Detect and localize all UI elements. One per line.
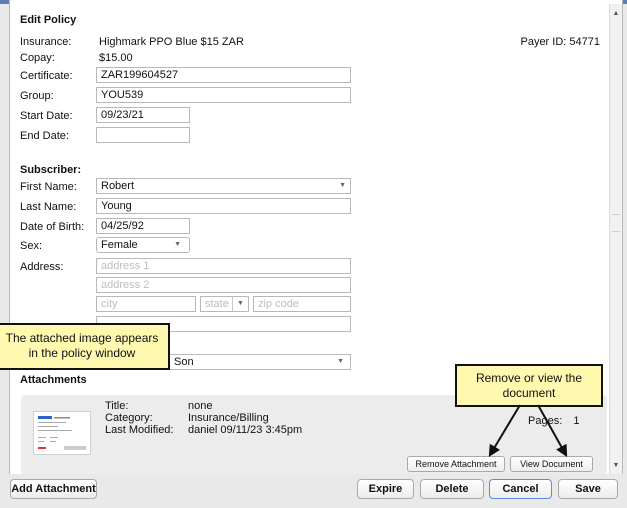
first-name-select[interactable]: Robert ▼ (96, 178, 351, 194)
expire-button[interactable]: Expire (357, 479, 414, 499)
add-attachment-button[interactable]: Add Attachment (10, 479, 97, 499)
modified-label: Last Modified: (105, 424, 174, 436)
payer-id: Payer ID: 54771 (520, 36, 600, 48)
city-field[interactable]: city (96, 296, 196, 312)
relationship-value: Son (174, 356, 194, 368)
last-name-label: Last Name: (20, 201, 77, 213)
address1-field[interactable]: address 1 (96, 258, 351, 274)
save-button[interactable]: Save (558, 479, 618, 499)
first-name-label: First Name: (20, 181, 77, 193)
right-callout: Remove or view the document (455, 364, 603, 407)
modified-value: daniel 09/11/23 3:45pm (188, 424, 303, 436)
first-name-value: Robert (101, 180, 135, 192)
dob-field[interactable]: 04/25/92 (96, 218, 190, 234)
zip-field[interactable]: zip code (253, 296, 351, 312)
sex-select[interactable]: Female ▼ (96, 237, 190, 253)
certificate-label: Certificate: (20, 70, 73, 82)
start-date-label: Start Date: (20, 110, 73, 122)
copay-value: $15.00 (99, 52, 133, 64)
dob-label: Date of Birth: (20, 221, 85, 233)
group-field[interactable]: YOU539 (96, 87, 351, 103)
payer-id-label: Payer ID: (520, 36, 567, 48)
chevron-down-icon: ▼ (339, 182, 346, 189)
footer-toolbar: Add Attachment Expire Delete Cancel Save (0, 474, 627, 508)
title-label: Title: (105, 400, 129, 412)
end-date-field[interactable] (96, 127, 190, 143)
document-thumbnail[interactable] (33, 411, 91, 455)
subscriber-heading: Subscriber: (20, 164, 82, 176)
pages-label: Pages: (528, 415, 563, 427)
end-date-label: End Date: (20, 130, 69, 142)
chevron-down-icon: ▼ (337, 358, 344, 365)
address2-field[interactable]: address 2 (96, 277, 351, 293)
attachment-values: none Insurance/Billing daniel 09/11/23 3… (188, 400, 302, 436)
vertical-scrollbar[interactable]: ▲ ▼ (609, 4, 622, 474)
remove-attachment-button[interactable]: Remove Attachment (407, 456, 505, 472)
dialog-title: Edit Policy (20, 14, 77, 26)
scroll-grip[interactable] (612, 214, 620, 232)
sex-value: Female (101, 239, 138, 251)
start-date-field[interactable]: 09/23/21 (96, 107, 190, 123)
state-placeholder: state (205, 298, 229, 310)
pages-value: 1 (573, 415, 580, 427)
certificate-field[interactable]: ZAR199604527 (96, 67, 351, 83)
chevron-down-icon: ▼ (232, 297, 248, 311)
state-select[interactable]: state ▼ (200, 296, 249, 312)
last-name-field[interactable]: Young (96, 198, 351, 214)
category-value: Insurance/Billing (188, 412, 269, 424)
copay-label: Copay: (20, 52, 55, 64)
payer-id-value: 54771 (569, 36, 600, 48)
scroll-down-icon[interactable]: ▼ (610, 460, 622, 472)
attachment-labels: Title: Category: Last Modified: (105, 400, 173, 436)
insurance-value: Highmark PPO Blue $15 ZAR (99, 36, 244, 48)
view-document-button[interactable]: View Document (510, 456, 593, 472)
delete-button[interactable]: Delete (420, 479, 484, 499)
title-value: none (188, 400, 213, 412)
scroll-up-icon[interactable]: ▲ (610, 8, 622, 20)
sex-label: Sex: (20, 240, 43, 252)
insurance-label: Insurance: (20, 36, 72, 48)
attachments-heading: Attachments (20, 374, 87, 386)
category-label: Category: (105, 412, 153, 424)
address-label: Address: (20, 261, 64, 273)
group-label: Group: (20, 90, 54, 102)
pages-info: Pages: 1 (528, 415, 579, 427)
cancel-button[interactable]: Cancel (489, 479, 552, 499)
left-callout: The attached image appears in the policy… (0, 323, 170, 370)
chevron-down-icon: ▼ (174, 241, 181, 248)
